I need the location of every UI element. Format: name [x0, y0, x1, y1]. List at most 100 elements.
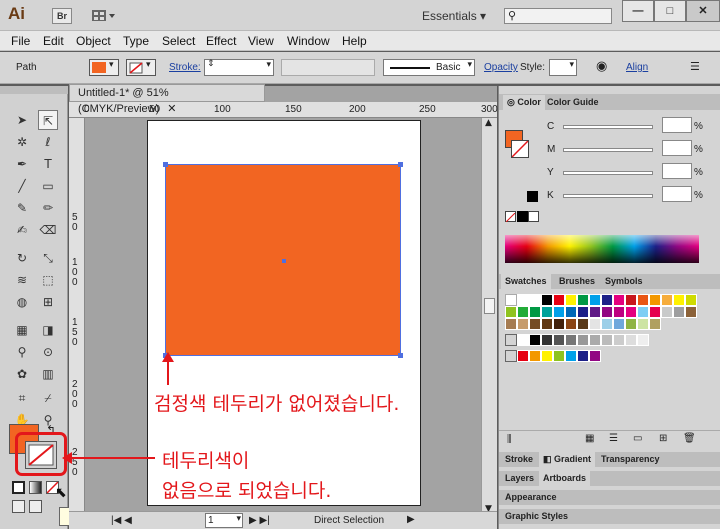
minimize-button[interactable]: — — [622, 0, 654, 22]
column-graph-tool-icon[interactable]: ▥ — [38, 364, 58, 384]
stroke-link[interactable]: Stroke: — [169, 62, 201, 73]
channel-k-input[interactable] — [662, 186, 692, 202]
align-link[interactable]: Align — [626, 62, 648, 73]
arrange-documents-button[interactable] — [90, 8, 116, 24]
tab-color-guide[interactable]: Color Guide — [543, 95, 603, 110]
channel-k-slider[interactable] — [563, 194, 653, 198]
channel-c-input[interactable] — [662, 117, 692, 133]
line-tool-icon[interactable]: ╱ — [12, 176, 32, 196]
stroke-weight-input[interactable]: ⇕ ▾ — [204, 59, 274, 76]
tab-stroke[interactable]: Stroke — [501, 452, 537, 467]
channel-m-input[interactable] — [662, 140, 692, 156]
maximize-button[interactable]: □ — [654, 0, 686, 22]
menu-effect[interactable]: Effect — [206, 34, 236, 48]
slice-tool-icon[interactable]: ⌿ — [38, 388, 58, 408]
eraser-tool-icon[interactable]: ⌫ — [38, 220, 58, 240]
artboard-number-input[interactable]: 1 ▾ — [205, 513, 243, 528]
color-panel-stroke[interactable] — [511, 140, 529, 158]
white-swatch[interactable] — [528, 211, 539, 222]
gradient-tool-icon[interactable]: ◨ — [38, 320, 58, 340]
bridge-button[interactable]: Br — [52, 8, 72, 24]
swatch-grid[interactable] — [505, 294, 697, 378]
tab-color[interactable]: ◎ Color — [503, 95, 545, 110]
tab-gradient[interactable]: ◧ Gradient — [539, 452, 596, 467]
tab-symbols[interactable]: Symbols — [601, 274, 647, 289]
shape-builder-tool-icon[interactable]: ◍ — [12, 292, 32, 312]
blend-tool-icon[interactable]: ⊙ — [38, 342, 58, 362]
mesh-tool-icon[interactable]: ▦ — [12, 320, 32, 340]
pencil-tool-icon[interactable]: ✏ — [38, 198, 58, 218]
orange-rectangle[interactable] — [163, 162, 403, 358]
free-transform-tool-icon[interactable]: ⬚ — [38, 270, 58, 290]
color-spectrum[interactable] — [505, 235, 699, 263]
scale-tool-icon[interactable]: ⤡ — [38, 248, 58, 268]
channel-y-slider[interactable] — [563, 171, 653, 175]
show-swatch-kinds-icon[interactable]: ▦ — [585, 433, 594, 444]
search-input[interactable]: ⚲ — [504, 8, 612, 24]
menu-select[interactable]: Select — [162, 34, 195, 48]
black-swatch[interactable] — [527, 191, 538, 202]
tab-artboards[interactable]: Artboards — [539, 471, 591, 486]
tab-layers[interactable]: Layers — [501, 471, 538, 486]
tab-swatches[interactable]: Swatches — [501, 274, 551, 289]
workspace-switcher[interactable]: Essentials ▾ — [422, 9, 486, 23]
vertical-scrollbar[interactable]: ▲ ▼ — [481, 118, 497, 514]
menu-edit[interactable]: Edit — [43, 34, 64, 48]
color-mode-button[interactable] — [12, 481, 25, 494]
direct-selection-tool-icon[interactable]: ⇱ — [38, 110, 58, 130]
lasso-tool-icon[interactable]: ℓ — [38, 132, 58, 152]
screen-mode-button[interactable] — [29, 500, 42, 513]
warp-tool-icon[interactable]: ≋ — [12, 270, 32, 290]
type-tool-icon[interactable]: T — [38, 154, 58, 174]
none-swatch[interactable] — [505, 211, 516, 223]
anchor-point[interactable] — [398, 353, 403, 358]
paintbrush-tool-icon[interactable]: ✎ — [12, 198, 32, 218]
toolbar-grip[interactable] — [0, 86, 68, 94]
opacity-link[interactable]: Opacity — [484, 62, 518, 73]
next-artboard-button[interactable]: ▶ ▶| — [249, 515, 270, 526]
menu-object[interactable]: Object — [76, 34, 111, 48]
status-menu-icon[interactable]: ▶ — [407, 514, 415, 525]
menu-view[interactable]: View — [248, 34, 274, 48]
magic-wand-tool-icon[interactable]: ✲ — [12, 132, 32, 152]
channel-c-slider[interactable] — [563, 125, 653, 129]
blob-brush-tool-icon[interactable]: ✍ — [12, 220, 32, 240]
draw-mode-button[interactable] — [12, 500, 25, 513]
document-tab[interactable]: Untitled-1* @ 51% (CMYK/Preview) ✕ — [69, 84, 265, 115]
tab-graphic-styles[interactable]: Graphic Styles — [501, 509, 572, 524]
delete-swatch-icon[interactable]: 🗑 — [683, 433, 696, 444]
artboard-tool-icon[interactable]: ⌗ — [12, 388, 32, 408]
tab-transparency[interactable]: Transparency — [597, 452, 664, 467]
menu-file[interactable]: File — [11, 34, 30, 48]
eyedropper-tool-icon[interactable]: ⚲ — [12, 342, 32, 362]
menu-type[interactable]: Type — [123, 34, 149, 48]
swatch-options-icon[interactable]: ☰ — [609, 433, 618, 444]
rotate-tool-icon[interactable]: ↻ — [12, 248, 32, 268]
variable-width-dropdown[interactable] — [281, 59, 375, 76]
swatch-libraries-icon[interactable]: ⫼ — [507, 434, 512, 445]
close-button[interactable]: ✕ — [686, 0, 720, 22]
anchor-point[interactable] — [398, 162, 403, 167]
brush-definition-dropdown[interactable]: Basic ▾ — [383, 59, 475, 76]
new-color-group-icon[interactable]: ▭ — [633, 433, 642, 444]
graphic-style-dropdown[interactable]: ▾ — [549, 59, 577, 76]
tab-appearance[interactable]: Appearance — [501, 490, 561, 505]
fill-color-dropdown[interactable]: ▾ — [89, 59, 119, 76]
symbol-sprayer-tool-icon[interactable]: ✿ — [12, 364, 32, 384]
selection-tool-icon[interactable]: ➤ — [12, 110, 32, 130]
pen-tool-icon[interactable]: ✒ — [12, 154, 32, 174]
close-tab-icon[interactable]: ✕ — [167, 103, 176, 115]
channel-y-input[interactable] — [662, 163, 692, 179]
stroke-swatch[interactable] — [25, 441, 57, 469]
menu-help[interactable]: Help — [342, 34, 367, 48]
black-swatch-small[interactable] — [517, 211, 528, 222]
recolor-artwork-icon[interactable]: ◉ — [596, 59, 607, 74]
new-swatch-icon[interactable]: ⊞ — [659, 433, 667, 444]
rectangle-tool-icon[interactable]: ▭ — [38, 176, 58, 196]
scrollbar-thumb[interactable] — [484, 298, 495, 314]
menu-window[interactable]: Window — [287, 34, 330, 48]
channel-m-slider[interactable] — [563, 148, 653, 152]
anchor-point[interactable] — [163, 162, 168, 167]
tab-brushes[interactable]: Brushes — [555, 274, 599, 289]
first-artboard-button[interactable]: |◀ ◀ — [111, 515, 132, 526]
